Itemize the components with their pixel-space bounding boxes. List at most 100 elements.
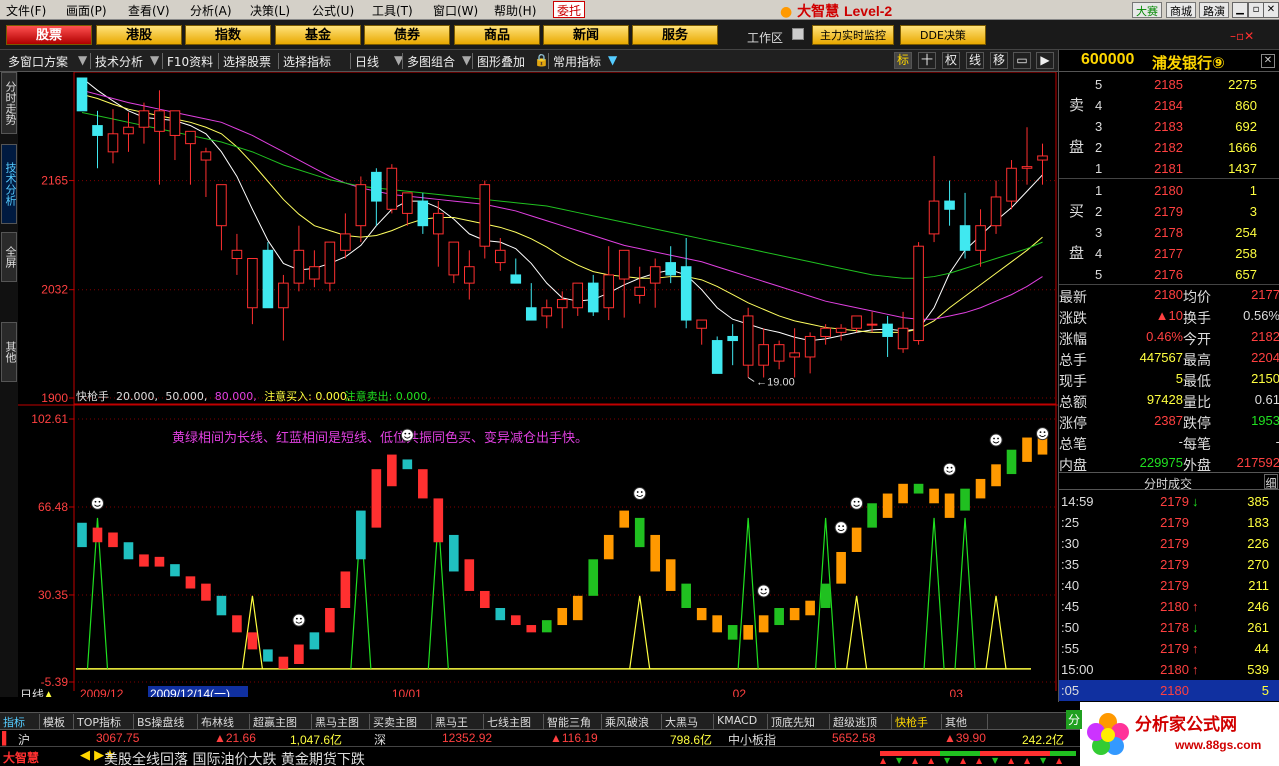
news-ticker: 大智慧 ◀ ▶★ 美股全线回落 国际油价大跌 黄金期货下跌 ▲ ▼ ▲ ▲ ▼ ▲ ▲ ▼ ▲ ▲…: [0, 746, 1080, 766]
formula-tab[interactable]: 超赢主图: [250, 714, 312, 729]
tick-row[interactable]: 15:00 2180 ↑ 539: [1059, 659, 1279, 680]
ask-row[interactable]: 4 2184 860: [1059, 95, 1279, 116]
chart-area[interactable]: 2165 2032 1900 ←19.00 快枪手 20.000, 50.000, 80.00…: [18, 72, 1058, 697]
formula-tab[interactable]: 七线主图: [484, 714, 544, 729]
nav-bonds[interactable]: 债券: [364, 25, 450, 45]
nav-hk-stocks[interactable]: 港股: [96, 25, 182, 45]
nav-news[interactable]: 新闻: [543, 25, 629, 45]
window-ctrl-icons[interactable]: –▫✕: [1230, 29, 1254, 43]
roadshow-button[interactable]: 路演: [1199, 2, 1229, 18]
bid-row[interactable]: 5 2176 657: [1059, 264, 1279, 285]
ticks-detail-button[interactable]: 细: [1264, 474, 1278, 490]
menu-decision[interactable]: 决策(L): [250, 2, 290, 19]
tick-row[interactable]: :25 2179 183: [1059, 512, 1279, 533]
play-icon[interactable]: ▶: [1036, 52, 1054, 69]
line-icon[interactable]: 线: [966, 52, 984, 69]
menu-formula[interactable]: 公式(U): [312, 2, 354, 19]
tick-row[interactable]: :40 2179 211: [1059, 575, 1279, 596]
multi-chart-combo[interactable]: 多图组合: [402, 53, 457, 69]
select-indicator-button[interactable]: 选择指标: [278, 53, 333, 69]
ask-row[interactable]: 2 2182 1666: [1059, 137, 1279, 158]
formula-tab[interactable]: 模板: [40, 714, 74, 729]
nav-commodities[interactable]: 商品: [454, 25, 540, 45]
tick-row[interactable]: :30 2179 226: [1059, 533, 1279, 554]
main-force-monitor-button[interactable]: 主力实时监控: [812, 25, 894, 45]
formula-tab[interactable]: 黑马王: [432, 714, 484, 729]
dropdown-icon[interactable]: ▼: [606, 53, 619, 69]
mall-button[interactable]: 商城: [1166, 2, 1196, 18]
formula-tab[interactable]: 其他: [942, 714, 988, 729]
nav-index[interactable]: 指数: [185, 25, 271, 45]
candle-body: [711, 340, 723, 374]
dropdown-icon[interactable]: ▼: [148, 53, 161, 69]
close-icon[interactable]: ✕: [1263, 2, 1279, 18]
tick-row[interactable]: :45 2180 ↑ 246: [1059, 596, 1279, 617]
tech-analysis-dropdown[interactable]: 技术分析: [90, 53, 145, 69]
ask-row[interactable]: 1 2181 1437: [1059, 158, 1279, 179]
vtab-fullscreen[interactable]: 全屏: [1, 232, 17, 282]
workspace-checkbox[interactable]: [792, 28, 804, 40]
formula-tab[interactable]: 黑马主图: [312, 714, 370, 729]
tick-row[interactable]: 14:59 2179 ↓ 385: [1059, 491, 1279, 512]
common-indicators[interactable]: 常用指标: [548, 53, 603, 69]
formula-tab[interactable]: 布林线: [198, 714, 250, 729]
bid-row[interactable]: 1 2180 1: [1059, 180, 1279, 201]
tick-row[interactable]: :05 2180 5: [1059, 680, 1279, 701]
close-icon[interactable]: ✕: [1261, 54, 1275, 68]
mark-icon[interactable]: 标: [894, 52, 912, 69]
ask-row[interactable]: 5 2185 2275: [1059, 74, 1279, 95]
formula-tab[interactable]: 大黑马: [662, 714, 714, 729]
formula-tab[interactable]: 智能三角: [544, 714, 602, 729]
tick-row[interactable]: :50 2178 ↓ 261: [1059, 617, 1279, 638]
tick-row[interactable]: :35 2179 270: [1059, 554, 1279, 575]
nav-funds[interactable]: 基金: [275, 25, 361, 45]
dde-decision-button[interactable]: DDE决策: [900, 25, 986, 45]
select-stock-button[interactable]: 选择股票: [218, 53, 273, 69]
formula-tab[interactable]: TOP指标: [74, 714, 134, 729]
nav-services[interactable]: 服务: [632, 25, 718, 45]
rights-icon[interactable]: 权: [942, 52, 960, 69]
menu-window[interactable]: 窗口(W): [433, 2, 478, 19]
menu-help[interactable]: 帮助(H): [494, 2, 536, 19]
nav-stocks[interactable]: 股票: [6, 25, 92, 45]
vtab-intraday[interactable]: 分时走势: [1, 72, 17, 134]
menu-view-screen[interactable]: 画面(P): [66, 2, 107, 19]
period-dropdown[interactable]: 日线: [350, 53, 381, 69]
contest-button[interactable]: 大赛: [1132, 2, 1162, 18]
formula-tab[interactable]: 快枪手: [892, 714, 942, 729]
panel-toggle-icon[interactable]: ▭: [1013, 52, 1031, 69]
minimize-icon[interactable]: ▁: [1232, 2, 1248, 18]
formula-tab[interactable]: BS操盘线: [134, 714, 198, 729]
sme-index[interactable]: 5652.58: [832, 731, 875, 745]
formula-tab[interactable]: 乘风破浪: [602, 714, 662, 729]
vtab-tech-analysis[interactable]: 技术分析: [1, 144, 17, 224]
dropdown-icon[interactable]: ▼: [76, 53, 89, 69]
bid-row[interactable]: 3 2178 254: [1059, 222, 1279, 243]
trust-button[interactable]: 委托: [553, 1, 586, 18]
ask-row[interactable]: 3 2183 692: [1059, 116, 1279, 137]
bid-price: 2179: [1154, 204, 1183, 219]
move-icon[interactable]: 移: [990, 52, 1008, 69]
menu-file[interactable]: 文件(F): [6, 2, 46, 19]
tick-row[interactable]: :55 2179 ↑ 44: [1059, 638, 1279, 659]
formula-tab[interactable]: 超级逃顶: [830, 714, 892, 729]
vtab-other[interactable]: 其他: [1, 322, 17, 382]
menu-analysis[interactable]: 分析(A): [190, 2, 232, 19]
bid-row[interactable]: 4 2177 258: [1059, 243, 1279, 264]
formula-tab[interactable]: 顶底先知: [768, 714, 830, 729]
sh-index[interactable]: 3067.75: [96, 731, 139, 745]
sz-index[interactable]: 12352.92: [442, 731, 492, 745]
formula-tab[interactable]: 买卖主图: [370, 714, 432, 729]
crosshair-icon[interactable]: 十: [918, 52, 936, 69]
kline-chart-svg[interactable]: 2165 2032 1900 ←19.00 快枪手 20.000, 50.000, 80.00…: [18, 72, 1058, 697]
news-text[interactable]: 美股全线回落 国际油价大跌 黄金期货下跌: [104, 749, 365, 766]
chart-overlay[interactable]: 图形叠加: [472, 53, 527, 69]
maximize-icon[interactable]: ▫: [1248, 2, 1264, 18]
formula-tab[interactable]: 指标: [0, 714, 40, 729]
f10-info-button[interactable]: F10资料: [162, 53, 215, 69]
formula-tab[interactable]: KMACD: [714, 714, 768, 729]
bid-row[interactable]: 2 2179 3: [1059, 201, 1279, 222]
menu-view[interactable]: 查看(V): [128, 2, 170, 19]
multi-window-scheme[interactable]: 多窗口方案: [6, 53, 70, 69]
menu-tools[interactable]: 工具(T): [372, 2, 413, 19]
